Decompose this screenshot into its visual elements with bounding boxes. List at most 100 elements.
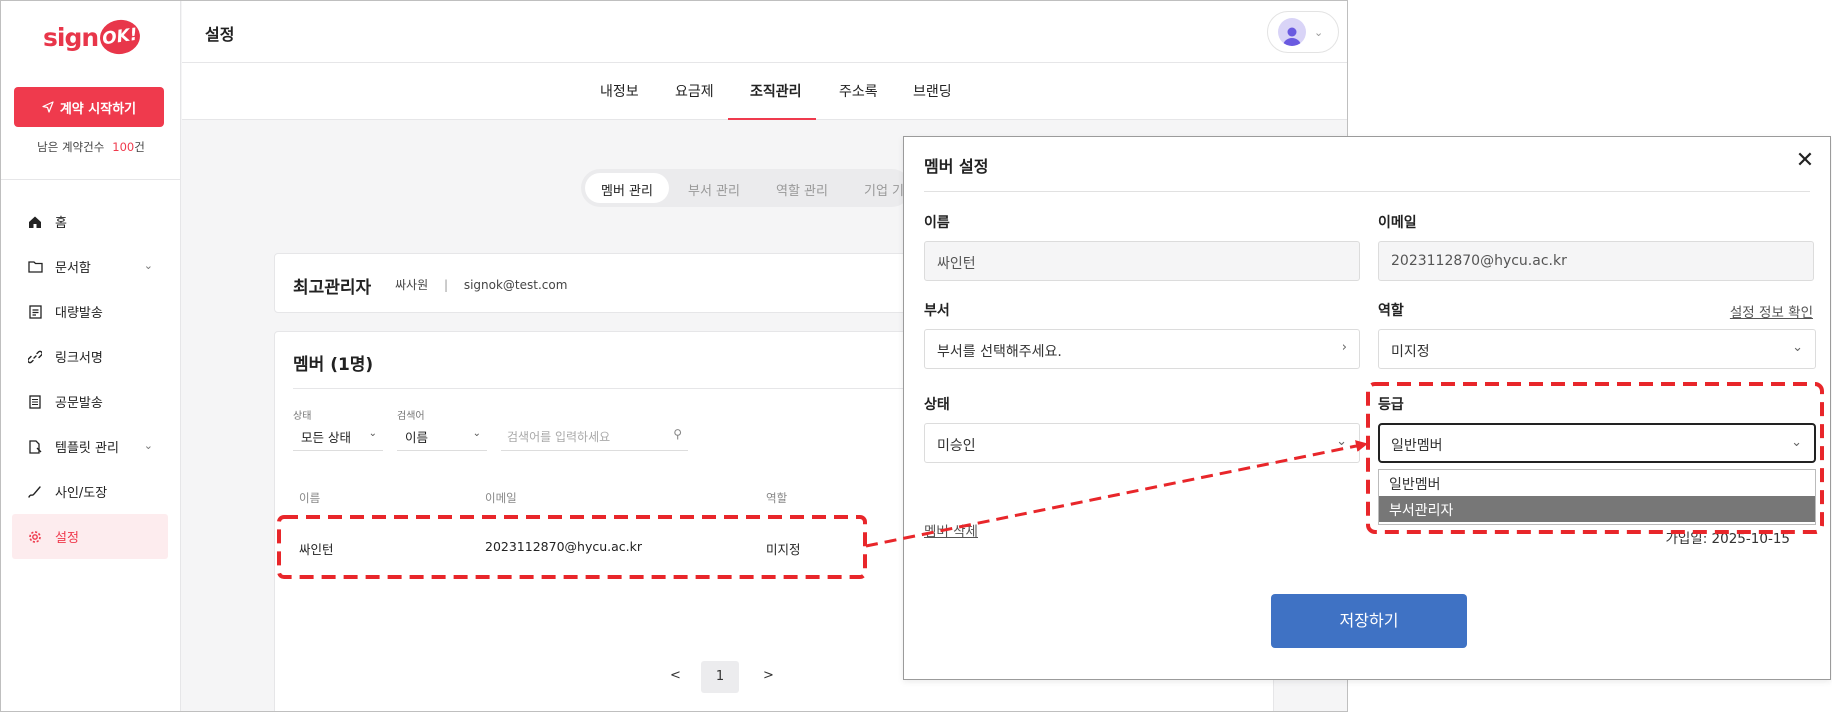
sidebar-item-label: 설정: [55, 531, 79, 546]
tab-plan[interactable]: 요금제: [675, 81, 714, 101]
role-select[interactable]: 미지정 ⌄: [1378, 329, 1816, 369]
grade-value: 일반멤버: [1391, 438, 1443, 454]
sidebar-item-signature[interactable]: 사인/도장: [1, 469, 181, 514]
modal-divider: [924, 191, 1810, 192]
logo-badge: OK!: [97, 17, 143, 57]
start-contract-label: 계약 시작하기: [59, 101, 137, 117]
top-bar: 설정 ⌄: [182, 1, 1347, 63]
grade-option-department-admin[interactable]: 부서관리자: [1379, 496, 1815, 522]
admin-separator: |: [443, 278, 448, 292]
bulk-send-icon: [27, 304, 43, 320]
prev-page-button[interactable]: <: [670, 668, 681, 683]
tab-address-book[interactable]: 주소록: [839, 81, 878, 101]
document-icon: [27, 394, 43, 410]
chevron-down-icon: ⌄: [368, 428, 377, 439]
role-value: 미지정: [1391, 344, 1430, 360]
chevron-down-icon: ⌄: [1314, 25, 1324, 39]
logo[interactable]: sign OK!: [43, 15, 143, 59]
chevron-down-icon[interactable]: ⌄: [144, 259, 153, 272]
search-input[interactable]: 검색어를 입력하세요 ⚲: [501, 421, 688, 451]
org-subtabs: 멤버 관리 부서 관리 역할 관리 기업 기: [581, 169, 911, 207]
search-field-value: 이름: [405, 430, 429, 445]
gear-icon: [27, 529, 43, 545]
remain-unit: 건: [134, 140, 145, 154]
page-title: 설정: [205, 25, 235, 44]
row-name: 싸인턴: [299, 542, 334, 557]
template-icon: [27, 439, 43, 455]
active-tab-indicator: [728, 118, 816, 120]
super-admin-title: 최고관리자: [293, 278, 372, 298]
close-icon[interactable]: ✕: [1792, 148, 1818, 174]
column-header-name: 이름: [299, 491, 321, 505]
member-title: 멤버 (1명): [293, 355, 374, 375]
name-label: 이름: [924, 215, 950, 231]
search-placeholder: 검색어를 입력하세요: [507, 430, 611, 444]
tab-my-info[interactable]: 내정보: [600, 81, 639, 101]
column-header-role: 역할: [766, 491, 788, 505]
chevron-down-icon: ⌄: [1336, 434, 1347, 449]
email-value: 2023112870@hycu.ac.kr: [1391, 253, 1567, 269]
chevron-down-icon: ⌄: [1792, 340, 1803, 355]
department-value: 부서를 선택해주세요.: [937, 344, 1062, 360]
status-filter-value: 모든 상태: [301, 430, 351, 445]
sidebar-item-official-doc[interactable]: 공문발송: [1, 379, 181, 424]
save-button[interactable]: 저장하기: [1271, 594, 1467, 648]
department-select[interactable]: 부서를 선택해주세요. ›: [924, 329, 1360, 369]
search-field-select[interactable]: 이름 ⌄: [397, 421, 487, 451]
status-select[interactable]: 미승인 ⌄: [924, 423, 1360, 463]
sidebar-item-link-sign[interactable]: 링크서명: [1, 334, 181, 379]
sidebar-item-templates[interactable]: 템플릿 관리 ⌄: [1, 424, 181, 469]
admin-name: 싸사원: [395, 278, 429, 292]
account-menu[interactable]: ⌄: [1267, 11, 1339, 53]
sidebar-item-label: 문서함: [55, 261, 91, 276]
chevron-right-icon: ›: [1341, 340, 1347, 355]
grade-label: 등급: [1378, 397, 1404, 413]
status-label: 상태: [924, 397, 950, 413]
status-filter-label: 상태: [293, 411, 312, 422]
sidebar-item-label: 링크서명: [55, 351, 103, 366]
search-icon[interactable]: ⚲: [673, 427, 682, 441]
joined-date: 가입일: 2025-10-15: [1665, 531, 1790, 547]
remaining-contracts: 남은 계약건수 100건: [1, 139, 181, 155]
delete-member-link[interactable]: 멤버 삭제: [924, 520, 978, 540]
modal-title: 멤버 설정: [924, 157, 989, 176]
sidebar-item-settings[interactable]: 설정: [12, 514, 168, 559]
role-label: 역할: [1378, 303, 1404, 319]
sidebar-nav: 홈 문서함 ⌄ 대량발송 링크서명 공문발송 템플릿 관리 ⌄ 사인/도장 설정: [1, 199, 181, 559]
email-field: 2023112870@hycu.ac.kr: [1378, 241, 1814, 281]
tab-branding[interactable]: 브랜딩: [913, 81, 952, 101]
subtab-member-management[interactable]: 멤버 관리: [585, 173, 669, 203]
sidebar-item-label: 사인/도장: [55, 486, 108, 501]
page-button-current[interactable]: 1: [701, 661, 739, 693]
avatar: [1278, 18, 1306, 46]
sidebar-item-bulk-send[interactable]: 대량발송: [1, 289, 181, 334]
logo-text: sign: [43, 22, 99, 52]
subtab-role-management[interactable]: 역할 관리: [776, 180, 828, 199]
grade-option-general-member[interactable]: 일반멤버: [1379, 470, 1815, 496]
chevron-down-icon[interactable]: ⌄: [144, 439, 153, 452]
link-icon: [27, 349, 43, 365]
sidebar-item-documents[interactable]: 문서함 ⌄: [1, 244, 181, 289]
tab-organization[interactable]: 조직관리: [750, 81, 802, 101]
sidebar-item-label: 홈: [55, 216, 67, 231]
grade-select[interactable]: 일반멤버 ⌄: [1378, 423, 1816, 463]
grade-dropdown: 일반멤버 부서관리자: [1378, 469, 1816, 525]
admin-email: signok@test.com: [463, 278, 568, 292]
role-info-link[interactable]: 설정 정보 확인: [1730, 301, 1813, 321]
chevron-down-icon: ⌄: [472, 428, 481, 439]
subtab-department-management[interactable]: 부서 관리: [688, 180, 740, 199]
subtab-company[interactable]: 기업 기: [864, 180, 904, 199]
email-label: 이메일: [1378, 215, 1417, 231]
column-header-email: 이메일: [485, 491, 517, 505]
sidebar-item-home[interactable]: 홈: [1, 199, 181, 244]
signature-icon: [27, 484, 43, 500]
home-icon: [27, 214, 43, 230]
folder-icon: [27, 259, 43, 275]
next-page-button[interactable]: >: [763, 668, 774, 683]
sidebar-item-label: 대량발송: [55, 306, 103, 321]
start-contract-button[interactable]: 계약 시작하기: [14, 87, 164, 127]
status-filter-select[interactable]: 모든 상태 ⌄: [293, 421, 383, 451]
member-settings-modal: 멤버 설정 ✕ 이름 싸인턴 이메일 2023112870@hycu.ac.kr…: [903, 136, 1831, 680]
row-role: 미지정: [766, 542, 801, 557]
sidebar-item-label: 템플릿 관리: [55, 441, 119, 456]
